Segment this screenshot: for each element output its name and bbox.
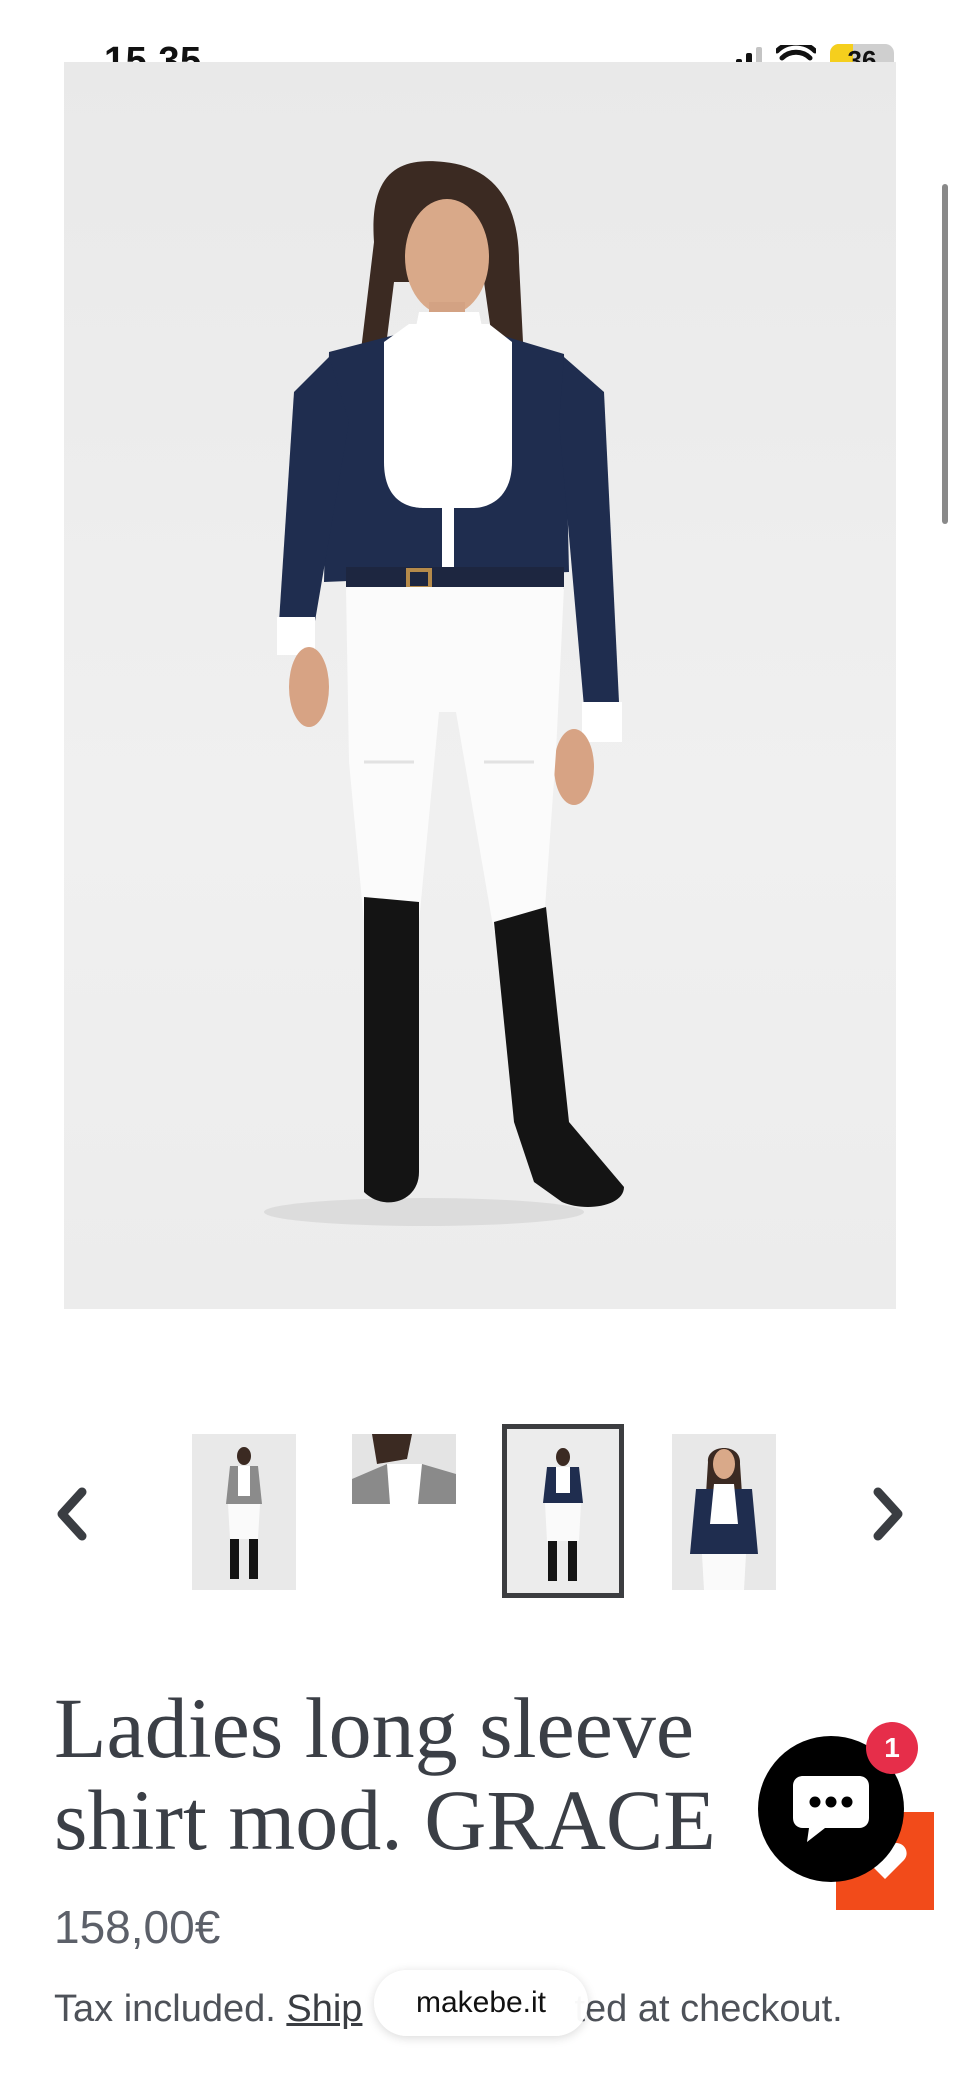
chevron-left-icon [57, 1487, 87, 1541]
tax-note-text: Tax included. [54, 1988, 287, 2030]
chat-notification-badge: 1 [866, 1722, 918, 1774]
product-thumbnail[interactable] [352, 1434, 456, 1504]
previous-image-button[interactable] [42, 1484, 102, 1544]
product-page: 15.35 36 Ladies long sleeve shirt mod. G… [0, 0, 960, 2078]
thumbnail-gray-shirt [192, 1434, 296, 1590]
chat-bubble-icon [793, 1776, 869, 1842]
chevron-right-icon [873, 1487, 903, 1541]
model-photo [264, 161, 624, 1226]
thumbnail-navy-closeup [672, 1434, 776, 1590]
browser-url-pill[interactable]: makebe.it [374, 1970, 588, 2036]
product-thumbnail[interactable] [192, 1434, 296, 1590]
shipping-link[interactable]: Ship [286, 1988, 362, 2030]
product-price: 158,00€ [54, 1901, 221, 1953]
product-title: Ladies long sleeve shirt mod. GRACE [54, 1680, 716, 1868]
tax-note-text-end: ted at checkout. [574, 1988, 843, 2030]
product-thumbnail[interactable] [672, 1434, 776, 1590]
product-thumbnail-active[interactable] [502, 1424, 624, 1598]
thumbnail-collar-detail [352, 1434, 456, 1504]
product-main-image[interactable] [64, 62, 896, 1309]
page-scrollbar[interactable] [942, 184, 948, 524]
thumbnail-navy-shirt [507, 1429, 619, 1593]
next-image-button[interactable] [858, 1484, 918, 1544]
